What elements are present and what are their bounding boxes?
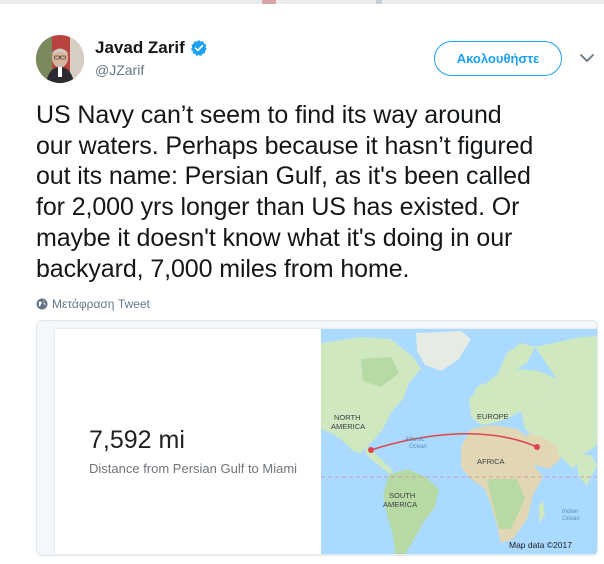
tweet-line: US Navy can’t seem to find its way aroun… — [36, 101, 502, 129]
label-atlantic: Ocean — [409, 444, 427, 450]
label-south-america: SOUTH — [389, 491, 415, 500]
tweet-line: maybe it doesn't know what it's doing in… — [36, 223, 513, 252]
world-map[interactable]: NORTH AMERICA EUROPE Atlantic Ocean AFRI… — [321, 329, 598, 554]
miami-marker — [368, 447, 374, 453]
user-name-row[interactable]: Javad Zarif — [95, 38, 208, 58]
tweet-text: US Navy can’t seem to find its way aroun… — [36, 100, 596, 284]
label-south-america: AMERICA — [383, 500, 417, 509]
user-name[interactable]: Javad Zarif — [95, 38, 185, 58]
top-strip — [0, 0, 604, 4]
link-card[interactable]: 7,592 mi Distance from Persian Gulf to M… — [36, 320, 598, 556]
tweet-line: our waters. Perhaps because it hasn’t fi… — [36, 131, 534, 160]
distance-value: 7,592 mi — [89, 426, 185, 454]
persian-gulf-marker — [534, 444, 540, 450]
label-indian: Ocean — [562, 516, 580, 522]
user-handle[interactable]: @JZarif — [95, 62, 144, 78]
avatar[interactable] — [36, 35, 84, 83]
translate-label[interactable]: Μετάφραση Tweet — [52, 297, 150, 311]
tweet-line: for 2,000 yrs longer than US has existed… — [36, 193, 520, 222]
globe-icon — [36, 298, 48, 310]
chevron-down-icon[interactable] — [579, 52, 595, 64]
label-europe: EUROPE — [477, 412, 509, 421]
map-attribution: Map data ©2017 — [509, 540, 572, 550]
follow-button[interactable]: Ακολουθήστε — [434, 41, 562, 76]
label-africa: AFRICA — [477, 457, 505, 466]
label-north-america: NORTH — [334, 413, 361, 422]
label-atlantic: Atlantic — [404, 437, 425, 443]
translate-tweet-link[interactable]: Μετάφραση Tweet — [36, 297, 150, 311]
verified-badge-icon — [190, 40, 207, 56]
distance-label: Distance from Persian Gulf to Miami — [89, 461, 298, 476]
tweet-line: out its name: Persian Gulf, as it's been… — [36, 162, 531, 191]
distance-card[interactable]: 7,592 mi Distance from Persian Gulf to M… — [55, 329, 598, 554]
label-north-america: AMERICA — [331, 422, 365, 431]
tweet-line: backyard, 7,000 miles from home. — [36, 254, 410, 283]
label-indian: Indian — [562, 509, 579, 515]
